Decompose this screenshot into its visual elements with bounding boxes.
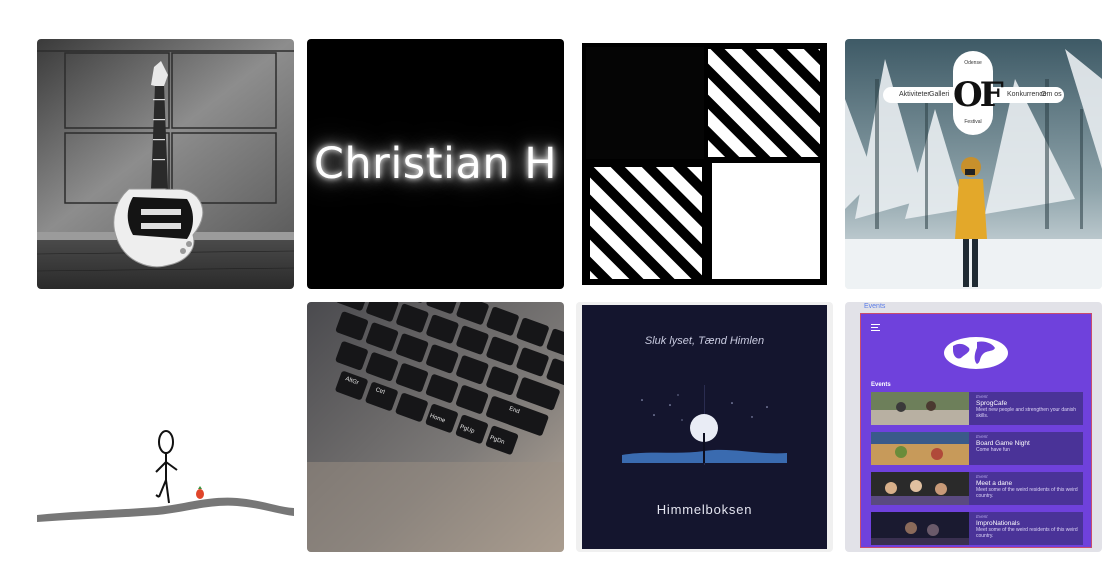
logo-bottom-text: Festival [964, 119, 982, 125]
nav-link-galleri[interactable]: Galleri [929, 91, 949, 98]
gallery-tile-himmelboksen[interactable]: Sluk lyset, Tænd Himlen Himmelboksen [576, 302, 833, 552]
event-kind: Event [976, 434, 988, 439]
event-title: ImproNationals [976, 520, 1020, 527]
guitar-photo [37, 39, 294, 289]
event-kind: Event [976, 514, 988, 519]
event-description: Meet new people and strengthen your dani… [976, 407, 1077, 419]
christian-h-title: Christian H [313, 139, 558, 189]
nav-link-om-os[interactable]: Om os [1041, 91, 1062, 98]
gallery-tile-guitar[interactable] [37, 39, 294, 289]
logo-top-text: Odense [964, 60, 982, 66]
event-title: Meet a dane [976, 480, 1013, 487]
event-description: Meet some of the weird residents of this… [976, 527, 1078, 539]
logo-mark: OF [953, 75, 1004, 115]
globe-icon [944, 337, 1008, 369]
nav-link-aktiviteter[interactable]: Aktiviteter [899, 91, 930, 98]
himmelboksen-brand: Himmelboksen [656, 502, 753, 517]
event-thumbnail [871, 432, 969, 465]
event-card-sprogcafe[interactable]: Event SprogCafe Meet new people and stre… [871, 392, 1083, 425]
keyboard-photo: AltGr Ctrl Home PgUp PgDn End [307, 302, 564, 552]
gallery-tile-stickman-game[interactable] [37, 302, 294, 552]
event-thumbnail [871, 512, 969, 545]
event-thumbnail [871, 392, 969, 425]
events-tab-label: Events [864, 303, 886, 310]
hamburger-menu-icon[interactable] [871, 324, 880, 331]
event-description: Meet some of the weird residents of this… [976, 487, 1078, 499]
gallery-tile-events-app[interactable]: Events Events Event SprogCafe Meet new p… [845, 302, 1102, 552]
events-section-heading: Events [871, 382, 891, 388]
abstract-squares-art [582, 43, 827, 285]
gallery-tile-odense-festival[interactable]: Aktiviteter Galleri Konkurrence Om os Od… [845, 39, 1102, 289]
event-kind: Event [976, 474, 988, 479]
event-card-improNationals[interactable]: Event ImproNationals Meet some of the we… [871, 512, 1083, 545]
event-title: Board Game Night [976, 440, 1030, 447]
event-card-board-game-night[interactable]: Event Board Game Night Come have fun [871, 432, 1083, 465]
himmelboksen-poster: Sluk lyset, Tænd Himlen Himmelboksen [582, 305, 827, 549]
portfolio-gallery: Christian H Aktiviteter Galleri Konkurre… [37, 39, 1102, 552]
gallery-tile-abstract-squares[interactable] [576, 39, 833, 289]
event-thumbnail [871, 472, 969, 505]
gallery-tile-keyboard[interactable]: AltGr Ctrl Home PgUp PgDn End [307, 302, 564, 552]
odense-festival-logo: Odense OF Festival [953, 51, 1004, 135]
event-title: SprogCafe [976, 400, 1008, 407]
gallery-tile-christian-h[interactable]: Christian H [307, 39, 564, 289]
events-app-screen: Events Event SprogCafe Meet new people a… [860, 313, 1092, 548]
stickman-illustration [37, 430, 294, 522]
event-description: Come have fun [976, 447, 1010, 453]
event-kind: Event [976, 394, 988, 399]
event-card-meet-a-dane[interactable]: Event Meet a dane Meet some of the weird… [871, 472, 1083, 505]
